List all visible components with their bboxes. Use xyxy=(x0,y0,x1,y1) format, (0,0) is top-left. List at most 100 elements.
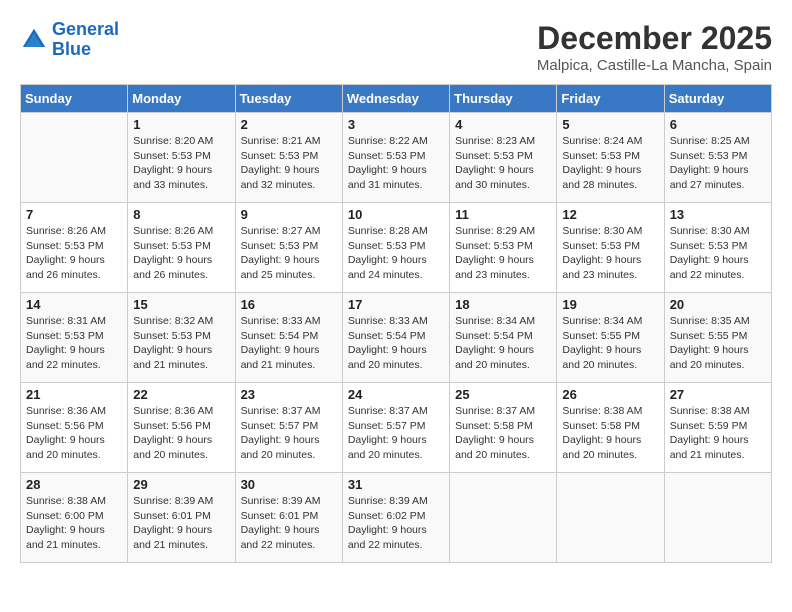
calendar-cell: 26 Sunrise: 8:38 AM Sunset: 5:58 PM Dayli… xyxy=(557,383,664,473)
day-info: Sunrise: 8:26 AM Sunset: 5:53 PM Dayligh… xyxy=(133,224,229,283)
header-monday: Monday xyxy=(128,85,235,113)
day-info: Sunrise: 8:37 AM Sunset: 5:57 PM Dayligh… xyxy=(348,404,444,463)
calendar-cell: 22 Sunrise: 8:36 AM Sunset: 5:56 PM Dayli… xyxy=(128,383,235,473)
day-info: Sunrise: 8:36 AM Sunset: 5:56 PM Dayligh… xyxy=(26,404,122,463)
day-number: 22 xyxy=(133,387,229,402)
calendar-cell: 15Sunrise: 8:32 AM Sunset: 5:53 PM Dayli… xyxy=(128,293,235,383)
calendar-cell: 31 Sunrise: 8:39 AM Sunset: 6:02 PM Dayli… xyxy=(342,473,449,563)
header-wednesday: Wednesday xyxy=(342,85,449,113)
day-number: 3 xyxy=(348,117,444,132)
calendar-cell: 4Sunrise: 8:23 AM Sunset: 5:53 PM Daylig… xyxy=(450,113,557,203)
calendar-cell xyxy=(557,473,664,563)
calendar-cell: 23 Sunrise: 8:37 AM Sunset: 5:57 PM Dayli… xyxy=(235,383,342,473)
day-number: 7 xyxy=(26,207,122,222)
day-info: Sunrise: 8:29 AM Sunset: 5:53 PM Dayligh… xyxy=(455,224,551,283)
day-number: 8 xyxy=(133,207,229,222)
calendar-cell: 30 Sunrise: 8:39 AM Sunset: 6:01 PM Dayli… xyxy=(235,473,342,563)
day-number: 9 xyxy=(241,207,337,222)
logo-line2: Blue xyxy=(52,39,91,59)
day-number: 28 xyxy=(26,477,122,492)
day-info: Sunrise: 8:38 AM Sunset: 6:00 PM Dayligh… xyxy=(26,494,122,553)
day-info: Sunrise: 8:37 AM Sunset: 5:57 PM Dayligh… xyxy=(241,404,337,463)
calendar-cell xyxy=(21,113,128,203)
title-block: December 2025 Malpica, Castille-La Manch… xyxy=(537,20,772,74)
day-number: 25 xyxy=(455,387,551,402)
calendar-cell: 16Sunrise: 8:33 AM Sunset: 5:54 PM Dayli… xyxy=(235,293,342,383)
calendar-header-row: SundayMondayTuesdayWednesdayThursdayFrid… xyxy=(21,85,772,113)
day-number: 1 xyxy=(133,117,229,132)
day-number: 5 xyxy=(562,117,658,132)
calendar-cell: 10 Sunrise: 8:28 AM Sunset: 5:53 PM Dayli… xyxy=(342,203,449,293)
calendar-cell xyxy=(450,473,557,563)
calendar-cell: 17Sunrise: 8:33 AM Sunset: 5:54 PM Dayli… xyxy=(342,293,449,383)
day-info: Sunrise: 8:33 AM Sunset: 5:54 PM Dayligh… xyxy=(348,314,444,373)
day-info: Sunrise: 8:39 AM Sunset: 6:02 PM Dayligh… xyxy=(348,494,444,553)
day-info: Sunrise: 8:21 AM Sunset: 5:53 PM Dayligh… xyxy=(241,134,337,193)
day-number: 21 xyxy=(26,387,122,402)
day-info: Sunrise: 8:22 AM Sunset: 5:53 PM Dayligh… xyxy=(348,134,444,193)
day-number: 10 xyxy=(348,207,444,222)
day-number: 24 xyxy=(348,387,444,402)
location: Malpica, Castille-La Mancha, Spain xyxy=(537,57,772,74)
day-info: Sunrise: 8:37 AM Sunset: 5:58 PM Dayligh… xyxy=(455,404,551,463)
day-info: Sunrise: 8:35 AM Sunset: 5:55 PM Dayligh… xyxy=(670,314,766,373)
calendar-table: SundayMondayTuesdayWednesdayThursdayFrid… xyxy=(20,84,772,563)
day-info: Sunrise: 8:34 AM Sunset: 5:55 PM Dayligh… xyxy=(562,314,658,373)
day-number: 29 xyxy=(133,477,229,492)
calendar-week-2: 7 Sunrise: 8:26 AM Sunset: 5:53 PM Daylig… xyxy=(21,203,772,293)
calendar-cell: 28 Sunrise: 8:38 AM Sunset: 6:00 PM Dayli… xyxy=(21,473,128,563)
day-info: Sunrise: 8:38 AM Sunset: 5:59 PM Dayligh… xyxy=(670,404,766,463)
day-info: Sunrise: 8:28 AM Sunset: 5:53 PM Dayligh… xyxy=(348,224,444,283)
day-info: Sunrise: 8:30 AM Sunset: 5:53 PM Dayligh… xyxy=(670,224,766,283)
day-number: 6 xyxy=(670,117,766,132)
day-info: Sunrise: 8:24 AM Sunset: 5:53 PM Dayligh… xyxy=(562,134,658,193)
calendar-cell: 14Sunrise: 8:31 AM Sunset: 5:53 PM Dayli… xyxy=(21,293,128,383)
day-info: Sunrise: 8:39 AM Sunset: 6:01 PM Dayligh… xyxy=(133,494,229,553)
day-number: 11 xyxy=(455,207,551,222)
calendar-cell: 6 Sunrise: 8:25 AM Sunset: 5:53 PM Daylig… xyxy=(664,113,771,203)
calendar-cell: 2 Sunrise: 8:21 AM Sunset: 5:53 PM Daylig… xyxy=(235,113,342,203)
day-info: Sunrise: 8:34 AM Sunset: 5:54 PM Dayligh… xyxy=(455,314,551,373)
day-number: 26 xyxy=(562,387,658,402)
day-number: 23 xyxy=(241,387,337,402)
calendar-week-1: 1 Sunrise: 8:20 AM Sunset: 5:53 PM Daylig… xyxy=(21,113,772,203)
day-info: Sunrise: 8:30 AM Sunset: 5:53 PM Dayligh… xyxy=(562,224,658,283)
day-number: 18 xyxy=(455,297,551,312)
calendar-cell: 20 Sunrise: 8:35 AM Sunset: 5:55 PM Dayli… xyxy=(664,293,771,383)
calendar-cell: 27 Sunrise: 8:38 AM Sunset: 5:59 PM Dayli… xyxy=(664,383,771,473)
calendar-week-5: 28 Sunrise: 8:38 AM Sunset: 6:00 PM Dayli… xyxy=(21,473,772,563)
header-sunday: Sunday xyxy=(21,85,128,113)
calendar-cell: 29 Sunrise: 8:39 AM Sunset: 6:01 PM Dayli… xyxy=(128,473,235,563)
month-title: December 2025 xyxy=(537,20,772,57)
calendar-cell: 7 Sunrise: 8:26 AM Sunset: 5:53 PM Daylig… xyxy=(21,203,128,293)
day-number: 19 xyxy=(562,297,658,312)
day-info: Sunrise: 8:38 AM Sunset: 5:58 PM Dayligh… xyxy=(562,404,658,463)
day-info: Sunrise: 8:36 AM Sunset: 5:56 PM Dayligh… xyxy=(133,404,229,463)
day-number: 4 xyxy=(455,117,551,132)
header-tuesday: Tuesday xyxy=(235,85,342,113)
day-number: 30 xyxy=(241,477,337,492)
calendar-cell: 25 Sunrise: 8:37 AM Sunset: 5:58 PM Dayli… xyxy=(450,383,557,473)
calendar-week-3: 14Sunrise: 8:31 AM Sunset: 5:53 PM Dayli… xyxy=(21,293,772,383)
day-info: Sunrise: 8:20 AM Sunset: 5:53 PM Dayligh… xyxy=(133,134,229,193)
day-info: Sunrise: 8:31 AM Sunset: 5:53 PM Dayligh… xyxy=(26,314,122,373)
day-info: Sunrise: 8:26 AM Sunset: 5:53 PM Dayligh… xyxy=(26,224,122,283)
day-number: 16 xyxy=(241,297,337,312)
calendar-week-4: 21 Sunrise: 8:36 AM Sunset: 5:56 PM Dayli… xyxy=(21,383,772,473)
page-header: General Blue December 2025 Malpica, Cast… xyxy=(20,20,772,74)
day-number: 27 xyxy=(670,387,766,402)
calendar-cell: 19 Sunrise: 8:34 AM Sunset: 5:55 PM Dayli… xyxy=(557,293,664,383)
logo-text: General Blue xyxy=(52,20,119,60)
day-number: 12 xyxy=(562,207,658,222)
day-info: Sunrise: 8:39 AM Sunset: 6:01 PM Dayligh… xyxy=(241,494,337,553)
day-info: Sunrise: 8:25 AM Sunset: 5:53 PM Dayligh… xyxy=(670,134,766,193)
day-info: Sunrise: 8:27 AM Sunset: 5:53 PM Dayligh… xyxy=(241,224,337,283)
day-number: 20 xyxy=(670,297,766,312)
logo: General Blue xyxy=(20,20,119,60)
calendar-cell: 1 Sunrise: 8:20 AM Sunset: 5:53 PM Daylig… xyxy=(128,113,235,203)
day-number: 31 xyxy=(348,477,444,492)
calendar-cell: 5 Sunrise: 8:24 AM Sunset: 5:53 PM Daylig… xyxy=(557,113,664,203)
day-number: 2 xyxy=(241,117,337,132)
day-number: 13 xyxy=(670,207,766,222)
calendar-cell: 3 Sunrise: 8:22 AM Sunset: 5:53 PM Daylig… xyxy=(342,113,449,203)
